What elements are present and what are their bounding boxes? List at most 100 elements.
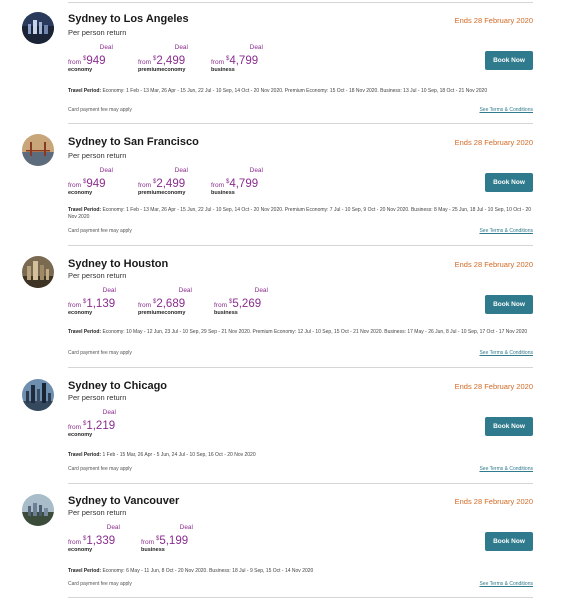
fare-class: economy bbox=[68, 432, 93, 438]
fare-economy: Deal from $1,339 economy bbox=[68, 524, 120, 554]
fare-economy: Deal from $949 economy bbox=[68, 44, 113, 74]
from-label: from bbox=[141, 539, 154, 546]
book-now-button[interactable]: Book Now bbox=[485, 51, 533, 70]
fare-amount: 5,269 bbox=[232, 298, 262, 310]
offer-title: Sydney to Los Angeles bbox=[68, 13, 189, 25]
deal-label: Deal bbox=[99, 167, 113, 174]
destination-photo-chicago bbox=[22, 379, 54, 411]
fare-amount: 949 bbox=[86, 178, 106, 190]
destination-photo-san-francisco bbox=[22, 134, 54, 166]
deal-label: Deal bbox=[174, 167, 188, 174]
deal-label: Deal bbox=[178, 287, 192, 294]
fare-economy: Deal from $1,219 economy bbox=[68, 409, 116, 439]
fare-class: premiumeconomy bbox=[138, 310, 186, 316]
offer-card-los-angeles: Sydney to Los Angeles Per person return … bbox=[0, 0, 569, 124]
terms-link[interactable]: See Terms & Conditions bbox=[479, 350, 533, 356]
deal-label: Deal bbox=[249, 44, 263, 51]
fare-amount: 2,499 bbox=[156, 178, 186, 190]
book-now-button[interactable]: Book Now bbox=[485, 295, 533, 314]
from-label: from bbox=[68, 59, 81, 66]
travel-period-text: Economy: 10 May - 12 Jun, 23 Jul - 10 Se… bbox=[102, 329, 528, 335]
terms-link[interactable]: See Terms & Conditions bbox=[479, 107, 533, 113]
fare-amount: 4,799 bbox=[229, 178, 259, 190]
book-now-button[interactable]: Book Now bbox=[485, 532, 533, 551]
offer-end-date: Ends 28 February 2020 bbox=[454, 260, 533, 269]
book-now-button[interactable]: Book Now bbox=[485, 173, 533, 192]
fare-class: business bbox=[141, 547, 165, 553]
card-fee-note: Card payment fee may apply bbox=[68, 228, 132, 234]
fare-premium-economy: Deal from $2,689 premiumeconomy bbox=[138, 287, 192, 317]
terms-link[interactable]: See Terms & Conditions bbox=[479, 466, 533, 472]
fare-business: Deal from $5,269 business bbox=[214, 287, 268, 317]
travel-period: Travel Period: Economy: 1 Feb - 13 Mar, … bbox=[68, 207, 534, 221]
travel-period-label: Travel Period: bbox=[68, 207, 102, 213]
deal-label: Deal bbox=[102, 287, 116, 294]
from-label: from bbox=[138, 59, 151, 66]
offer-card-houston: Sydney to Houston Per person return Ends… bbox=[0, 246, 569, 368]
travel-period: Travel Period: 1 Feb - 15 Mar, 26 Apr - … bbox=[68, 452, 534, 459]
fare-class: business bbox=[211, 67, 235, 73]
offer-subtitle: Per person return bbox=[68, 508, 127, 517]
fare-class: business bbox=[214, 310, 238, 316]
fare-business: Deal from $5,199 business bbox=[141, 524, 193, 554]
card-fee-note: Card payment fee may apply bbox=[68, 466, 132, 472]
fare-class: premiumeconomy bbox=[138, 190, 186, 196]
travel-period-label: Travel Period: bbox=[68, 329, 102, 335]
fare-class: economy bbox=[68, 547, 93, 553]
offer-end-date: Ends 28 February 2020 bbox=[454, 497, 533, 506]
fare-economy: Deal from $949 economy bbox=[68, 167, 113, 197]
from-label: from bbox=[214, 302, 227, 309]
fare-economy: Deal from $1,139 economy bbox=[68, 287, 116, 317]
travel-period-text: Economy: 1 Feb - 13 Mar, 26 Apr - 15 Jun… bbox=[102, 88, 488, 94]
deal-label: Deal bbox=[102, 409, 116, 416]
offer-card-vancouver: Sydney to Vancouver Per person return En… bbox=[0, 484, 569, 598]
deal-label: Deal bbox=[106, 524, 120, 531]
travel-period: Travel Period: Economy: 1 Feb - 13 Mar, … bbox=[68, 88, 534, 95]
fare-class: economy bbox=[68, 67, 93, 73]
fare-amount: 949 bbox=[86, 55, 106, 67]
from-label: from bbox=[68, 539, 81, 546]
terms-link[interactable]: See Terms & Conditions bbox=[479, 581, 533, 587]
terms-link[interactable]: See Terms & Conditions bbox=[479, 228, 533, 234]
fare-amount: 2,499 bbox=[156, 55, 186, 67]
offer-title: Sydney to San Francisco bbox=[68, 136, 199, 148]
offer-subtitle: Per person return bbox=[68, 151, 127, 160]
fare-amount: 2,689 bbox=[156, 298, 186, 310]
travel-period-label: Travel Period: bbox=[68, 452, 102, 458]
fare-amount: 1,139 bbox=[86, 298, 116, 310]
fare-amount: 4,799 bbox=[229, 55, 259, 67]
from-label: from bbox=[68, 302, 81, 309]
fare-business: Deal from $4,799 business bbox=[211, 167, 263, 197]
from-label: from bbox=[138, 302, 151, 309]
fare-premium-economy: Deal from $2,499 premiumeconomy bbox=[138, 44, 188, 74]
fare-business: Deal from $4,799 business bbox=[211, 44, 263, 74]
destination-photo-vancouver bbox=[22, 494, 54, 526]
from-label: from bbox=[68, 182, 81, 189]
card-fee-note: Card payment fee may apply bbox=[68, 107, 132, 113]
card-fee-note: Card payment fee may apply bbox=[68, 581, 132, 587]
offer-end-date: Ends 28 February 2020 bbox=[454, 138, 533, 147]
card-fee-note: Card payment fee may apply bbox=[68, 350, 132, 356]
offer-title: Sydney to Chicago bbox=[68, 380, 168, 392]
offer-end-date: Ends 28 February 2020 bbox=[454, 16, 533, 25]
deal-label: Deal bbox=[249, 167, 263, 174]
travel-period: Travel Period: Economy: 6 May - 11 Jun, … bbox=[68, 568, 534, 575]
fare-class: economy bbox=[68, 310, 93, 316]
fare-amount: 1,219 bbox=[86, 420, 116, 432]
offer-title: Sydney to Houston bbox=[68, 258, 169, 270]
travel-period: Travel Period: Economy: 10 May - 12 Jun,… bbox=[68, 329, 534, 336]
offer-subtitle: Per person return bbox=[68, 393, 127, 402]
book-now-button[interactable]: Book Now bbox=[485, 417, 533, 436]
from-label: from bbox=[138, 182, 151, 189]
destination-photo-houston bbox=[22, 256, 54, 288]
from-label: from bbox=[211, 182, 224, 189]
offer-subtitle: Per person return bbox=[68, 271, 127, 280]
card-divider bbox=[68, 597, 533, 598]
travel-period-text: Economy: 6 May - 11 Jun, 8 Oct - 20 Nov … bbox=[102, 568, 314, 574]
travel-period-label: Travel Period: bbox=[68, 568, 102, 574]
deal-label: Deal bbox=[99, 44, 113, 51]
fare-class: economy bbox=[68, 190, 93, 196]
offer-end-date: Ends 28 February 2020 bbox=[454, 382, 533, 391]
deal-label: Deal bbox=[179, 524, 193, 531]
from-label: from bbox=[68, 424, 81, 431]
